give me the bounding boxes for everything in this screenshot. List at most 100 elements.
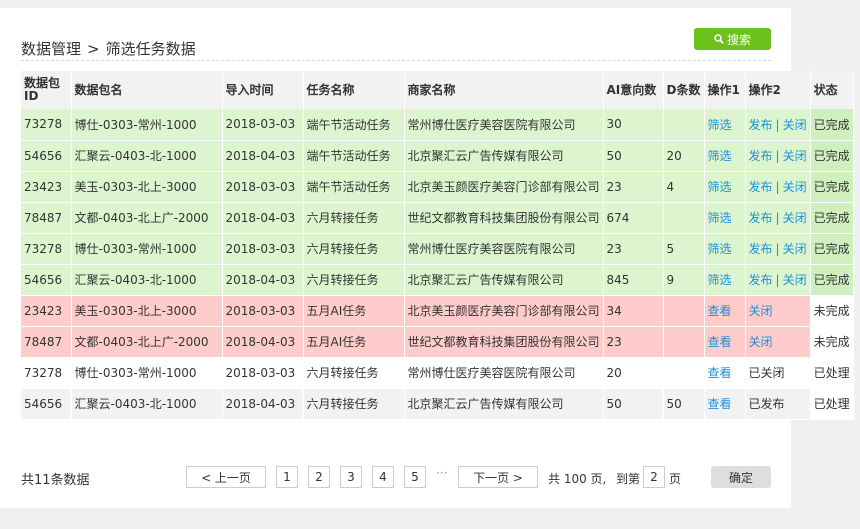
cell-ai-count: 50 xyxy=(603,140,664,171)
link-separator: | xyxy=(775,242,780,256)
cell-op1: 查看 xyxy=(704,357,746,388)
table-row: 73278 博仕-0303-常州-1000 2018-03-03 六月转接任务 … xyxy=(21,233,854,264)
cell-d-count: 9 xyxy=(663,264,705,295)
total-count: 共11条数据 xyxy=(21,473,90,488)
cell-d-count xyxy=(663,295,705,326)
close-link[interactable]: 关闭 xyxy=(783,211,807,225)
cell-import-time: 2018-03-03 xyxy=(222,295,304,326)
filter-link[interactable]: 筛选 xyxy=(708,211,732,225)
total-pages: 共 100 页, xyxy=(548,472,607,486)
filter-link[interactable]: 筛选 xyxy=(708,180,732,194)
page-ellipsis: ··· xyxy=(436,466,448,480)
publish-link[interactable]: 发布 xyxy=(749,118,773,132)
col-header-status: 状态 xyxy=(810,71,854,109)
cell-pkg-id: 54656 xyxy=(21,140,72,171)
next-page-button[interactable]: 下一页 > xyxy=(458,466,538,488)
close-link[interactable]: 关闭 xyxy=(783,242,807,256)
publish-link[interactable]: 发布 xyxy=(749,273,773,287)
col-header-op1: 操作1 xyxy=(704,71,746,109)
cell-pkg-id: 78487 xyxy=(21,202,72,233)
cell-op1: 筛选 xyxy=(704,171,746,202)
publish-link[interactable]: 发布 xyxy=(749,242,773,256)
page-button-4[interactable]: 4 xyxy=(372,466,394,488)
cell-d-count: 20 xyxy=(663,140,705,171)
cell-status: 未完成 xyxy=(810,326,854,357)
cell-task-name: 端午节活动任务 xyxy=(303,140,405,171)
breadcrumb-separator: > xyxy=(87,40,100,58)
cell-ai-count: 23 xyxy=(603,326,664,357)
cell-task-name: 端午节活动任务 xyxy=(303,109,405,140)
header-divider xyxy=(21,60,771,61)
page-button-1[interactable]: 1 xyxy=(276,466,298,488)
cell-import-time: 2018-03-03 xyxy=(222,171,304,202)
cell-op1: 筛选 xyxy=(704,264,746,295)
cell-op2: 关闭 xyxy=(745,295,811,326)
cell-ai-count: 23 xyxy=(603,171,664,202)
cell-pkg-name: 美玉-0303-北上-3000 xyxy=(71,295,223,326)
cell-op1: 筛选 xyxy=(704,202,746,233)
cell-op2: 已关闭 xyxy=(745,357,811,388)
cell-ai-count: 34 xyxy=(603,295,664,326)
cell-import-time: 2018-03-03 xyxy=(222,109,304,140)
col-header-merchant: 商家名称 xyxy=(404,71,604,109)
close-link[interactable]: 关闭 xyxy=(783,118,807,132)
cell-merchant: 北京聚汇云广告传媒有限公司 xyxy=(404,388,604,419)
filter-link[interactable]: 筛选 xyxy=(708,273,732,287)
table-row: 23423 美玉-0303-北上-3000 2018-03-03 端午节活动任务… xyxy=(21,171,854,202)
cell-task-name: 六月转接任务 xyxy=(303,357,405,388)
breadcrumb-root[interactable]: 数据管理 xyxy=(21,40,81,58)
table-row: 54656 汇聚云-0403-北-1000 2018-04-03 六月转接任务 … xyxy=(21,264,854,295)
cell-pkg-id: 73278 xyxy=(21,233,72,264)
col-header-pkg-id: 数据包ID xyxy=(21,71,72,109)
publish-link[interactable]: 发布 xyxy=(749,211,773,225)
view-link[interactable]: 查看 xyxy=(708,335,732,349)
cell-merchant: 常州博仕医疗美容医院有限公司 xyxy=(404,109,604,140)
cell-ai-count: 30 xyxy=(603,109,664,140)
close-link[interactable]: 关闭 xyxy=(783,273,807,287)
cell-merchant: 世纪文都教育科技集团股份有限公司 xyxy=(404,202,604,233)
goto-suffix: 页 xyxy=(669,472,682,486)
cell-pkg-id: 54656 xyxy=(21,264,72,295)
view-link[interactable]: 查看 xyxy=(708,304,732,318)
cell-status: 已完成 xyxy=(810,109,854,140)
filter-link[interactable]: 筛选 xyxy=(708,118,732,132)
cell-import-time: 2018-04-03 xyxy=(222,264,304,295)
publish-link[interactable]: 发布 xyxy=(749,149,773,163)
cell-task-name: 六月转接任务 xyxy=(303,233,405,264)
publish-link[interactable]: 发布 xyxy=(749,180,773,194)
cell-op2: 发布 | 关闭 xyxy=(745,140,811,171)
cell-status: 未完成 xyxy=(810,295,854,326)
view-link[interactable]: 查看 xyxy=(708,397,732,411)
search-button[interactable]: 搜索 xyxy=(694,28,771,50)
cell-pkg-id: 73278 xyxy=(21,109,72,140)
table-row: 78487 文都-0403-北上广-2000 2018-04-03 六月转接任务… xyxy=(21,202,854,233)
close-link[interactable]: 关闭 xyxy=(783,149,807,163)
cell-pkg-id: 78487 xyxy=(21,326,72,357)
close-link[interactable]: 关闭 xyxy=(783,180,807,194)
goto-page-input[interactable] xyxy=(643,466,665,488)
page-button-3[interactable]: 3 xyxy=(340,466,362,488)
page-button-5[interactable]: 5 xyxy=(404,466,426,488)
cell-d-count: 5 xyxy=(663,233,705,264)
cell-merchant: 世纪文都教育科技集团股份有限公司 xyxy=(404,326,604,357)
cell-import-time: 2018-04-03 xyxy=(222,388,304,419)
cell-task-name: 六月转接任务 xyxy=(303,264,405,295)
prev-page-button[interactable]: < 上一页 xyxy=(186,466,266,488)
close-link[interactable]: 关闭 xyxy=(749,304,773,318)
filter-link[interactable]: 筛选 xyxy=(708,149,732,163)
link-separator: | xyxy=(775,117,780,132)
view-link[interactable]: 查看 xyxy=(708,366,732,380)
page-button-2[interactable]: 2 xyxy=(308,466,330,488)
cell-op1: 查看 xyxy=(704,326,746,357)
cell-ai-count: 23 xyxy=(603,233,664,264)
col-header-pkg-name: 数据包名 xyxy=(71,71,223,109)
close-link[interactable]: 关闭 xyxy=(749,335,773,349)
confirm-button[interactable]: 确定 xyxy=(711,466,771,488)
table-row: 54656 汇聚云-0403-北-1000 2018-04-03 六月转接任务 … xyxy=(21,388,854,419)
cell-op1: 筛选 xyxy=(704,109,746,140)
cell-op1: 筛选 xyxy=(704,233,746,264)
cell-op2: 发布 | 关闭 xyxy=(745,233,811,264)
filter-link[interactable]: 筛选 xyxy=(708,242,732,256)
table-row: 23423 美玉-0303-北上-3000 2018-03-03 五月AI任务 … xyxy=(21,295,854,326)
cell-import-time: 2018-03-03 xyxy=(222,357,304,388)
